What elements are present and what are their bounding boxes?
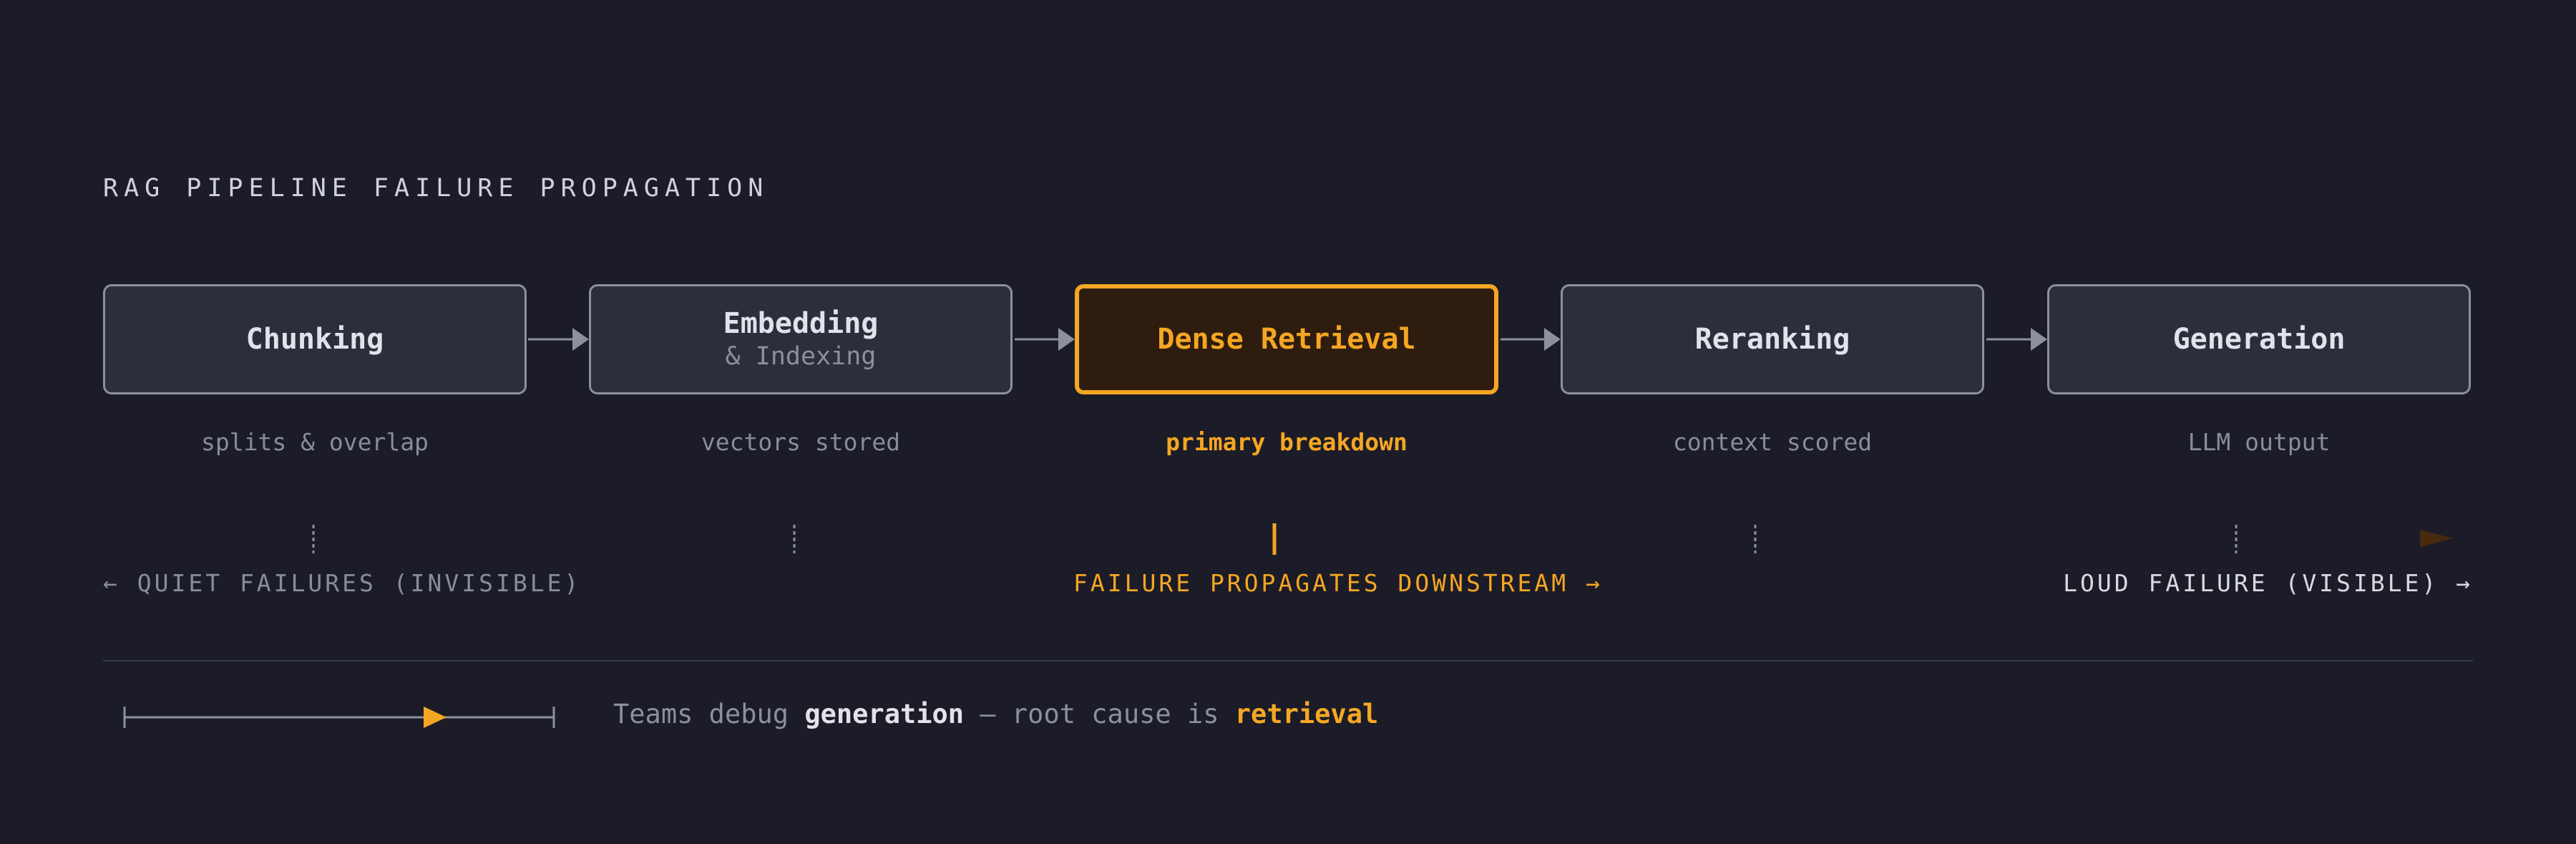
- connector-arrow-3: [1544, 328, 1561, 351]
- stage-reranking: Reranking: [1561, 284, 1984, 394]
- stage-label: Embedding: [723, 307, 879, 340]
- stage-label: Reranking: [1694, 323, 1850, 356]
- summary-middle: — root cause is: [964, 699, 1235, 729]
- stage-generation: Generation: [2047, 284, 2471, 394]
- legend-arrowhead: [424, 707, 447, 728]
- propagation-label: FAILURE PROPAGATES DOWNSTREAM →: [1073, 569, 1603, 597]
- propagation-timeline: [118, 523, 2453, 555]
- connector-arrow-2: [1058, 328, 1075, 351]
- quiet-failures-label: ← QUIET FAILURES (INVISIBLE): [103, 569, 582, 597]
- diagram-title: RAG PIPELINE FAILURE PROPAGATION: [103, 174, 769, 203]
- stage-caption-retrieval: primary breakdown: [1166, 428, 1407, 456]
- stage-caption-generation: LLM output: [2187, 428, 2331, 456]
- timeline-arrowhead: [2420, 530, 2453, 547]
- stage-caption-embedding: vectors stored: [701, 428, 901, 456]
- stage-embedding-indexing: Embedding & Indexing: [589, 284, 1013, 394]
- loud-failure-label: LOUD FAILURE (VISIBLE) →: [2063, 569, 2473, 597]
- legend-arrow: [123, 707, 555, 728]
- stage-sublabel: & Indexing: [725, 342, 877, 371]
- stage-label: Generation: [2172, 323, 2346, 356]
- stage-caption-chunking: splits & overlap: [201, 428, 429, 456]
- stage-caption-reranking: context scored: [1672, 428, 1873, 456]
- summary-prefix: Teams debug: [613, 699, 805, 729]
- stage-label: Dense Retrieval: [1157, 323, 1416, 356]
- summary-accent: retrieval: [1234, 699, 1379, 729]
- stage-chunking: Chunking: [103, 284, 527, 394]
- summary-emphasis: generation: [804, 699, 965, 729]
- stage-dense-retrieval: Dense Retrieval: [1075, 284, 1498, 394]
- connector-arrow-1: [572, 328, 589, 351]
- stage-label: Chunking: [245, 323, 384, 356]
- connector-arrow-4: [2031, 328, 2047, 351]
- summary-text: Teams debug generation — root cause is r…: [613, 699, 1378, 729]
